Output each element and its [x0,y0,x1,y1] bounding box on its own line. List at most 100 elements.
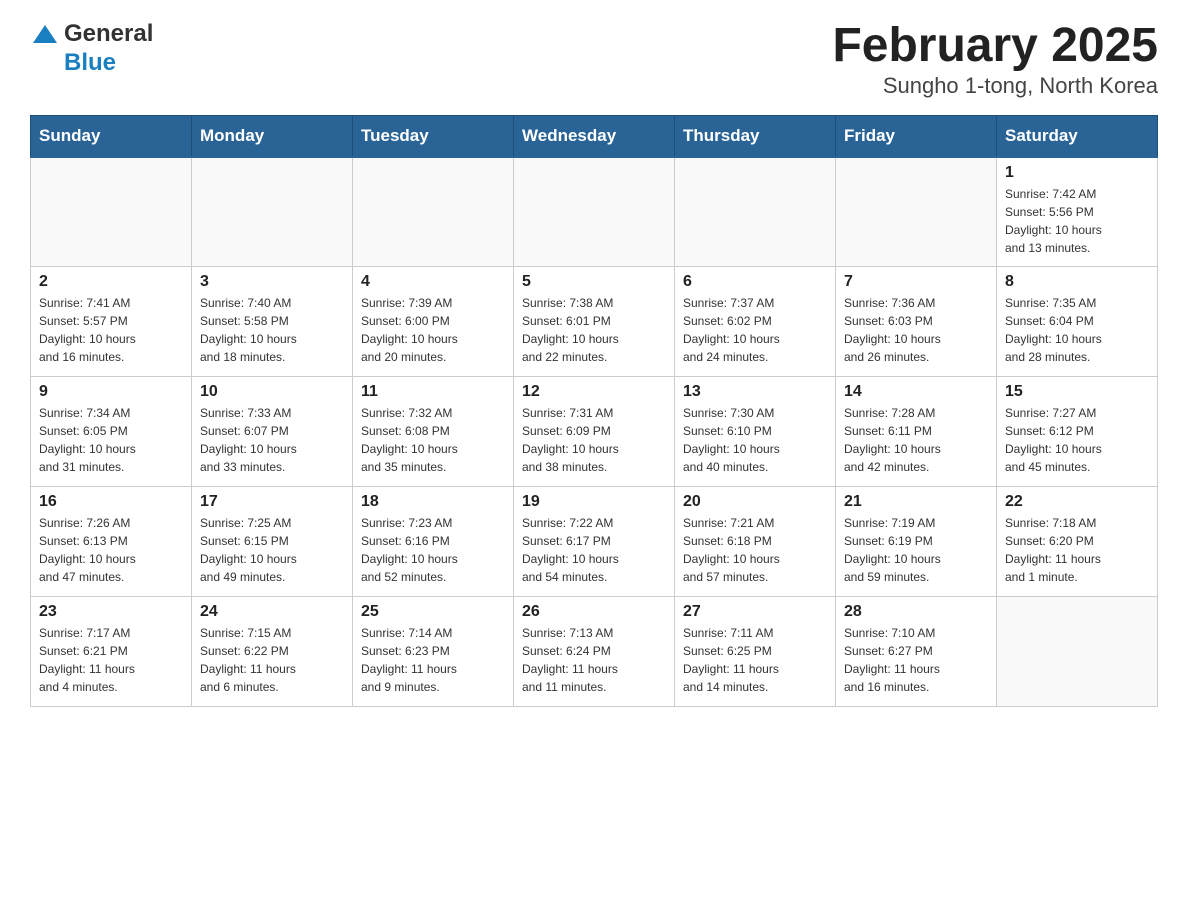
calendar-day-cell: 23Sunrise: 7:17 AM Sunset: 6:21 PM Dayli… [31,597,192,707]
day-number: 3 [200,273,344,291]
day-info: Sunrise: 7:18 AM Sunset: 6:20 PM Dayligh… [1005,514,1149,586]
day-info: Sunrise: 7:13 AM Sunset: 6:24 PM Dayligh… [522,624,666,696]
day-info: Sunrise: 7:34 AM Sunset: 6:05 PM Dayligh… [39,404,183,476]
day-number: 16 [39,493,183,511]
day-number: 6 [683,273,827,291]
day-info: Sunrise: 7:33 AM Sunset: 6:07 PM Dayligh… [200,404,344,476]
day-number: 13 [683,383,827,401]
day-number: 17 [200,493,344,511]
logo-general-text: General [64,20,153,49]
day-info: Sunrise: 7:31 AM Sunset: 6:09 PM Dayligh… [522,404,666,476]
day-number: 5 [522,273,666,291]
calendar-day-header: Tuesday [353,115,514,157]
day-info: Sunrise: 7:42 AM Sunset: 5:56 PM Dayligh… [1005,185,1149,257]
calendar-subtitle: Sungho 1-tong, North Korea [832,73,1158,99]
day-number: 24 [200,603,344,621]
calendar-day-cell: 4 Sunrise: 7:39 AM Sunset: 6:00 PM Daylig… [353,267,514,377]
logo-blue-text: Blue [64,49,153,78]
calendar-day-cell: 18 Sunrise: 7:23 AM Sunset: 6:16 PM Dayli… [353,487,514,597]
day-number: 4 [361,273,505,291]
day-info: Sunrise: 7:22 AM Sunset: 6:17 PM Dayligh… [522,514,666,586]
calendar-day-header: Wednesday [514,115,675,157]
calendar-day-cell: 13 Sunrise: 7:30 AM Sunset: 6:10 PM Dayli… [675,377,836,487]
calendar-day-cell: 14 Sunrise: 7:28 AM Sunset: 6:11 PM Dayli… [836,377,997,487]
day-number: 12 [522,383,666,401]
day-info: Sunrise: 7:30 AM Sunset: 6:10 PM Dayligh… [683,404,827,476]
day-info: Sunrise: 7:27 AM Sunset: 6:12 PM Dayligh… [1005,404,1149,476]
day-info: Sunrise: 7:41 AM Sunset: 5:57 PM Dayligh… [39,294,183,366]
calendar-day-cell [353,157,514,267]
calendar-day-cell [675,157,836,267]
calendar-header-row: SundayMondayTuesdayWednesdayThursdayFrid… [31,115,1158,157]
day-number: 15 [1005,383,1149,401]
calendar-day-cell: 17 Sunrise: 7:25 AM Sunset: 6:15 PM Dayli… [192,487,353,597]
calendar-day-cell [514,157,675,267]
calendar-day-cell: 3 Sunrise: 7:40 AM Sunset: 5:58 PM Daylig… [192,267,353,377]
day-info: Sunrise: 7:36 AM Sunset: 6:03 PM Dayligh… [844,294,988,366]
calendar-day-cell: 22 Sunrise: 7:18 AM Sunset: 6:20 PM Dayli… [997,487,1158,597]
calendar-table: SundayMondayTuesdayWednesdayThursdayFrid… [30,115,1158,708]
day-info: Sunrise: 7:40 AM Sunset: 5:58 PM Dayligh… [200,294,344,366]
day-number: 25 [361,603,505,621]
calendar-week-row: 16 Sunrise: 7:26 AM Sunset: 6:13 PM Dayli… [31,487,1158,597]
logo-text: General Blue [64,20,153,78]
calendar-day-cell: 28 Sunrise: 7:10 AM Sunset: 6:27 PM Dayli… [836,597,997,707]
day-number: 27 [683,603,827,621]
day-number: 23 [39,603,183,621]
day-info: Sunrise: 7:23 AM Sunset: 6:16 PM Dayligh… [361,514,505,586]
day-number: 22 [1005,493,1149,511]
calendar-day-cell: 1 Sunrise: 7:42 AM Sunset: 5:56 PM Daylig… [997,157,1158,267]
calendar-title-block: February 2025 Sungho 1-tong, North Korea [832,20,1158,99]
day-number: 21 [844,493,988,511]
calendar-day-cell: 15 Sunrise: 7:27 AM Sunset: 6:12 PM Dayli… [997,377,1158,487]
calendar-day-cell: 16 Sunrise: 7:26 AM Sunset: 6:13 PM Dayli… [31,487,192,597]
day-info: Sunrise: 7:14 AM Sunset: 6:23 PM Dayligh… [361,624,505,696]
day-info: Sunrise: 7:11 AM Sunset: 6:25 PM Dayligh… [683,624,827,696]
day-info: Sunrise: 7:28 AM Sunset: 6:11 PM Dayligh… [844,404,988,476]
calendar-week-row: 9 Sunrise: 7:34 AM Sunset: 6:05 PM Daylig… [31,377,1158,487]
logo-icon [30,22,60,52]
calendar-week-row: 23Sunrise: 7:17 AM Sunset: 6:21 PM Dayli… [31,597,1158,707]
day-number: 8 [1005,273,1149,291]
day-info: Sunrise: 7:38 AM Sunset: 6:01 PM Dayligh… [522,294,666,366]
calendar-day-cell: 27 Sunrise: 7:11 AM Sunset: 6:25 PM Dayli… [675,597,836,707]
day-number: 26 [522,603,666,621]
calendar-day-cell: 11Sunrise: 7:32 AM Sunset: 6:08 PM Dayli… [353,377,514,487]
day-number: 7 [844,273,988,291]
calendar-day-cell: 25 Sunrise: 7:14 AM Sunset: 6:23 PM Dayli… [353,597,514,707]
day-number: 18 [361,493,505,511]
day-info: Sunrise: 7:26 AM Sunset: 6:13 PM Dayligh… [39,514,183,586]
day-number: 10 [200,383,344,401]
calendar-day-header: Thursday [675,115,836,157]
calendar-day-header: Friday [836,115,997,157]
day-number: 19 [522,493,666,511]
day-info: Sunrise: 7:21 AM Sunset: 6:18 PM Dayligh… [683,514,827,586]
calendar-day-cell: 8 Sunrise: 7:35 AM Sunset: 6:04 PM Daylig… [997,267,1158,377]
day-number: 20 [683,493,827,511]
calendar-day-cell [31,157,192,267]
day-info: Sunrise: 7:39 AM Sunset: 6:00 PM Dayligh… [361,294,505,366]
day-number: 14 [844,383,988,401]
calendar-day-cell [997,597,1158,707]
calendar-day-cell: 20 Sunrise: 7:21 AM Sunset: 6:18 PM Dayli… [675,487,836,597]
calendar-day-header: Saturday [997,115,1158,157]
calendar-week-row: 1 Sunrise: 7:42 AM Sunset: 5:56 PM Daylig… [31,157,1158,267]
day-number: 9 [39,383,183,401]
day-info: Sunrise: 7:37 AM Sunset: 6:02 PM Dayligh… [683,294,827,366]
day-info: Sunrise: 7:35 AM Sunset: 6:04 PM Dayligh… [1005,294,1149,366]
calendar-day-cell: 26 Sunrise: 7:13 AM Sunset: 6:24 PM Dayli… [514,597,675,707]
calendar-day-cell: 19 Sunrise: 7:22 AM Sunset: 6:17 PM Dayli… [514,487,675,597]
day-number: 28 [844,603,988,621]
day-number: 1 [1005,164,1149,182]
calendar-day-header: Monday [192,115,353,157]
day-number: 11 [361,383,505,401]
calendar-day-cell: 7 Sunrise: 7:36 AM Sunset: 6:03 PM Daylig… [836,267,997,377]
calendar-day-cell: 5 Sunrise: 7:38 AM Sunset: 6:01 PM Daylig… [514,267,675,377]
day-info: Sunrise: 7:25 AM Sunset: 6:15 PM Dayligh… [200,514,344,586]
day-info: Sunrise: 7:10 AM Sunset: 6:27 PM Dayligh… [844,624,988,696]
calendar-title: February 2025 [832,20,1158,73]
calendar-day-cell: 2 Sunrise: 7:41 AM Sunset: 5:57 PM Daylig… [31,267,192,377]
calendar-day-cell [836,157,997,267]
calendar-day-cell: 6 Sunrise: 7:37 AM Sunset: 6:02 PM Daylig… [675,267,836,377]
day-number: 2 [39,273,183,291]
